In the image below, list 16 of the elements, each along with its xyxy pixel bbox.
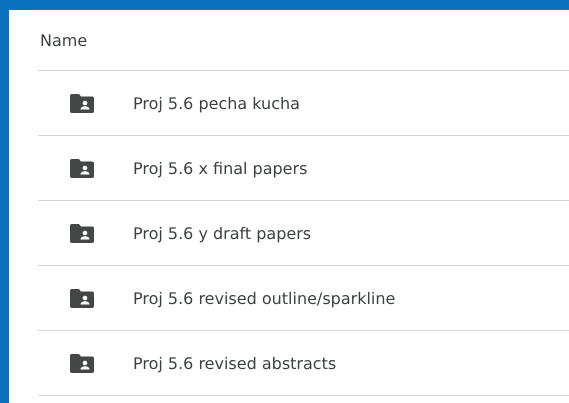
folder-row[interactable]: Proj 5.6 revised outline/sparkline: [38, 266, 569, 331]
shared-folder-icon: [70, 224, 94, 242]
shared-folder-icon: [70, 94, 94, 112]
folder-row[interactable]: Proj 5.6 x final papers: [38, 136, 569, 201]
folder-name: Proj 5.6 pecha kucha: [133, 94, 300, 112]
folder-name: Proj 5.6 y draft papers: [133, 224, 312, 242]
folder-name: Proj 5.6 revised abstracts: [133, 354, 336, 372]
column-header[interactable]: Name: [40, 30, 88, 50]
folder-row[interactable]: Proj 5.6 y draft papers: [38, 201, 569, 266]
folder-name: Proj 5.6 x final papers: [133, 158, 308, 178]
shared-folder-icon: [70, 354, 94, 372]
shared-folder-icon: [70, 288, 94, 308]
folder-name: Proj 5.6 revised outline/sparkline: [133, 288, 396, 308]
shared-folder-icon: [70, 158, 94, 178]
folder-row[interactable]: Proj 5.6 pecha kucha: [38, 71, 569, 136]
folder-row[interactable]: Proj 5.6 revised abstracts: [38, 331, 569, 396]
